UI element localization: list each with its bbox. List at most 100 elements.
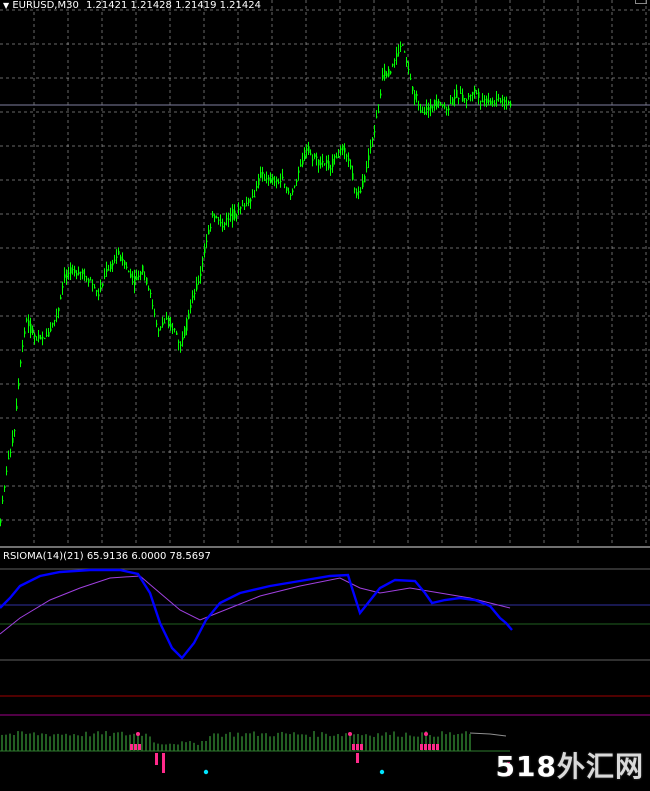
pink-spike: [356, 753, 359, 763]
candle-body: [266, 178, 268, 180]
candle-body: [172, 329, 174, 331]
candle-body: [470, 94, 472, 97]
pink-marker-bar: [420, 744, 423, 750]
candle-body: [64, 274, 66, 278]
candle-body: [310, 153, 312, 155]
candle-body: [34, 334, 36, 338]
candle-body: [170, 323, 172, 328]
candle-body: [132, 276, 134, 278]
candle-body: [80, 271, 82, 273]
candle-body: [114, 259, 116, 261]
candle-body: [32, 328, 34, 334]
candle-body: [472, 91, 474, 95]
candle-body: [60, 297, 62, 300]
candle-body: [428, 107, 430, 111]
pink-marker-dot: [424, 732, 428, 736]
candle-body: [288, 191, 290, 193]
watermark-number: 518: [495, 750, 557, 783]
candle-body: [200, 273, 202, 277]
candle-body: [88, 279, 90, 283]
close-icon[interactable]: [635, 0, 647, 4]
candle-body: [98, 294, 100, 297]
candle-body: [424, 111, 426, 115]
candle-body: [144, 275, 146, 277]
candle-body: [360, 190, 362, 193]
candle-body: [500, 100, 502, 103]
candle-body: [322, 160, 324, 163]
candle-body: [208, 229, 210, 235]
candle-body: [330, 168, 332, 170]
candle-body: [112, 263, 114, 266]
candle-body: [290, 195, 292, 197]
candle-body: [476, 92, 478, 94]
candle-body: [44, 338, 46, 340]
candle-body: [364, 176, 366, 183]
candle-body: [342, 146, 344, 151]
candle-body: [184, 327, 186, 336]
histogram-tail: [469, 732, 507, 737]
candle-body: [140, 272, 142, 275]
candle-body: [494, 102, 496, 104]
candle-body: [466, 99, 468, 101]
candle-body: [264, 179, 266, 181]
candle-body: [164, 322, 166, 324]
candle-body: [478, 91, 480, 99]
candle-body: [176, 332, 178, 335]
candle-body: [228, 218, 230, 220]
candle-body: [468, 95, 470, 98]
candle-body: [100, 287, 102, 290]
candle-body: [392, 64, 394, 66]
candle-body: [252, 196, 254, 198]
candle-body: [338, 156, 340, 158]
candle-body: [8, 458, 10, 460]
candle-body: [386, 73, 388, 77]
candle-body: [68, 272, 70, 274]
candle-body: [130, 273, 132, 278]
candle-body: [496, 98, 498, 101]
candle-body: [188, 313, 190, 319]
candle-body: [358, 191, 360, 193]
candle-body: [490, 100, 492, 105]
candle-body: [260, 172, 262, 178]
candle-body: [194, 292, 196, 295]
candle-body: [6, 470, 8, 472]
candle-body: [160, 326, 162, 328]
candle-body: [390, 71, 392, 74]
candle-body: [210, 227, 212, 229]
pink-marker-bar: [360, 744, 363, 750]
candle-body: [318, 159, 320, 166]
chart-menu-icon[interactable]: ▼: [3, 1, 9, 10]
candle-body: [286, 187, 288, 191]
candle-body: [418, 104, 420, 106]
main-chart-pane[interactable]: ▼ EURUSD,M30 1.21421 1.21428 1.21419 1.2…: [0, 0, 650, 546]
candle-body: [76, 273, 78, 276]
candle-body: [354, 188, 356, 190]
candle-body: [508, 101, 510, 103]
candle-body: [352, 173, 354, 180]
candle-body: [110, 264, 112, 270]
candle-body: [92, 283, 94, 285]
candle-body: [408, 68, 410, 70]
candle-body: [156, 323, 158, 325]
candle-body: [464, 98, 466, 100]
candle-body: [214, 215, 216, 219]
indicator-pane[interactable]: RSIOMA(14)(21) 65.9136 6.0000 78.5697 51…: [0, 548, 650, 791]
price-chart[interactable]: [0, 0, 650, 546]
candle-body: [212, 212, 214, 216]
candle-body: [324, 163, 326, 165]
candle-body: [250, 199, 252, 202]
cyan-marker-dot: [203, 769, 209, 775]
candle-body: [50, 328, 52, 332]
candle-body: [198, 281, 200, 283]
pink-marker-bar: [424, 744, 427, 750]
pink-marker-dot: [136, 732, 140, 736]
candle-body: [94, 287, 96, 289]
candle-body: [438, 100, 440, 104]
candle-body: [102, 283, 104, 286]
candle-body: [10, 452, 12, 454]
pink-spike: [162, 753, 165, 773]
candle-body: [54, 319, 56, 321]
candle-body: [168, 317, 170, 326]
candle-body: [222, 225, 224, 228]
candle-body: [306, 148, 308, 151]
